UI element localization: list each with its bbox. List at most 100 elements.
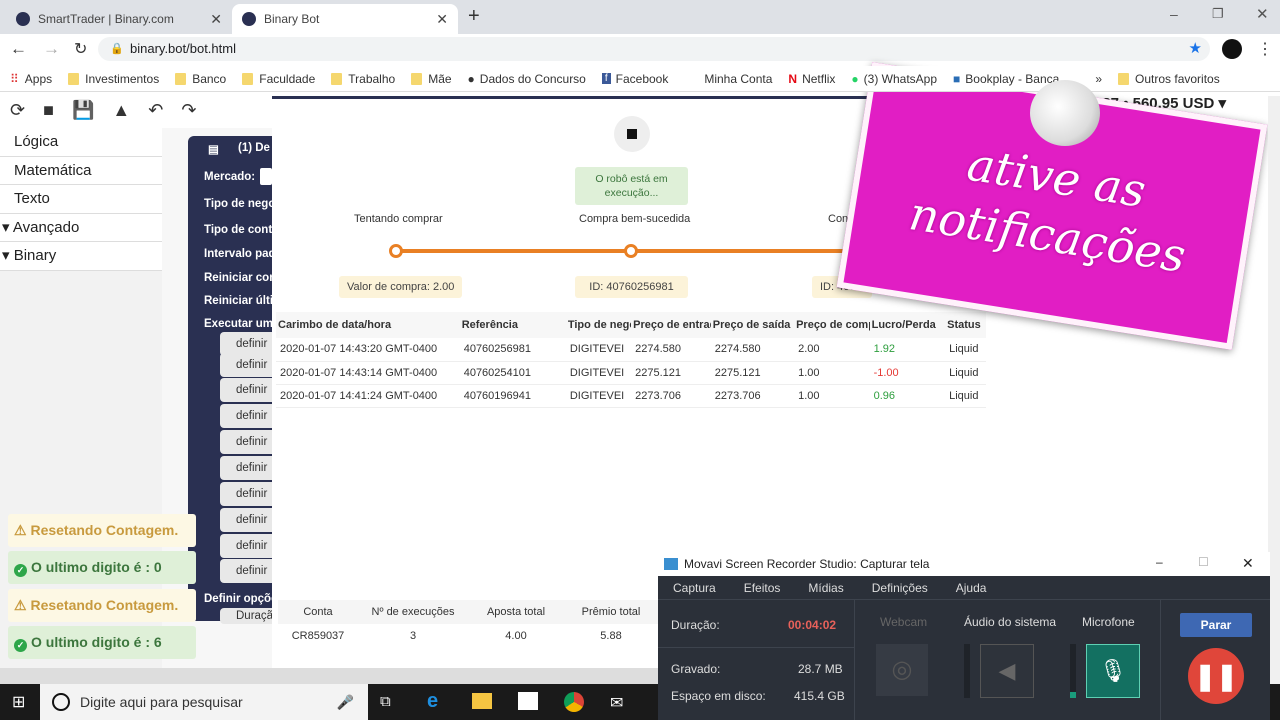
- undo-icon[interactable]: ↶: [148, 100, 163, 121]
- define-block[interactable]: definir: [220, 430, 272, 454]
- save-icon[interactable]: 💾: [72, 100, 94, 121]
- menu-definicoes[interactable]: Definições: [872, 581, 928, 595]
- google-drive-icon[interactable]: ▲: [112, 100, 130, 121]
- close-tab-icon[interactable]: ✕: [436, 11, 448, 28]
- bookmark-folder[interactable]: Trabalho: [331, 72, 395, 86]
- column-header: Conta: [278, 600, 358, 624]
- define-block[interactable]: definir: [220, 482, 272, 506]
- sidebar-item-avancado[interactable]: ▾ Avançado: [0, 213, 162, 242]
- bookmark-link[interactable]: ● (3) WhatsApp: [851, 72, 937, 86]
- close-icon[interactable]: ✕: [1242, 555, 1254, 572]
- define-block[interactable]: definir: [220, 378, 272, 402]
- minimize-icon[interactable]: –: [1170, 6, 1178, 22]
- store-icon[interactable]: [518, 692, 538, 710]
- block-row: Executar uma: [204, 318, 280, 330]
- reset-icon[interactable]: ⟳: [10, 100, 25, 121]
- table-cell: 2020-01-07 14:41:24 GMT-0400: [276, 384, 460, 408]
- microphone-toggle[interactable]: 🎙: [1086, 644, 1140, 698]
- define-block[interactable]: definir: [220, 456, 272, 480]
- movavi-recorder-window: Movavi Screen Recorder Studio: Capturar …: [658, 552, 1270, 720]
- bookmark-star-icon[interactable]: ★: [1189, 37, 1202, 61]
- more-bookmarks-button[interactable]: »: [1095, 72, 1102, 86]
- mail-icon[interactable]: ✉: [610, 693, 623, 713]
- close-window-icon[interactable]: ✕: [1256, 5, 1269, 23]
- notification-text: Resetando Contagem.: [30, 522, 179, 538]
- sidebar-item-logica[interactable]: Lógica: [0, 128, 162, 157]
- define-block[interactable]: definir: [220, 559, 272, 583]
- summary-table: Conta Nº de execuções Aposta total Prêmi…: [278, 600, 658, 648]
- bookmark-link[interactable]: f Facebook: [601, 72, 668, 86]
- restore-icon[interactable]: ❐: [1212, 6, 1224, 22]
- column-header: Nº de execuções: [358, 600, 468, 624]
- close-tab-icon[interactable]: ✕: [210, 11, 222, 28]
- windows-start-icon[interactable]: ⊞: [12, 692, 25, 712]
- bookmark-label: Dados do Concurso: [479, 71, 586, 86]
- menu-efeitos[interactable]: Efeitos: [744, 581, 781, 595]
- column-header: Tipo de nego: [565, 312, 632, 338]
- summary-header-row: Conta Nº de execuções Aposta total Prêmi…: [278, 600, 658, 624]
- search-placeholder: Digite aqui para pesquisar: [80, 694, 243, 710]
- duration-block[interactable]: Duraçã: [220, 608, 273, 624]
- bookmark-folder[interactable]: Outros favoritos: [1118, 72, 1220, 86]
- table-cell: 40760254101: [459, 361, 566, 385]
- menu-midias[interactable]: Mídias: [808, 581, 843, 595]
- chrome-icon[interactable]: [564, 692, 584, 712]
- bookmark-folder[interactable]: Investimentos: [68, 72, 159, 86]
- table-cell: DIGITEVEI: [565, 361, 632, 385]
- stop-recording-button[interactable]: Parar: [1180, 613, 1252, 637]
- redo-icon[interactable]: ↷: [181, 100, 196, 121]
- binary-favicon-icon: [16, 12, 30, 26]
- webcam-toggle[interactable]: ◎: [876, 644, 928, 696]
- market-dropdown[interactable]: [260, 168, 272, 185]
- bookmark-label: Banco: [192, 71, 227, 86]
- bookmark-apps[interactable]: ⠿ Apps: [10, 72, 52, 86]
- stop-bot-button[interactable]: [614, 116, 650, 152]
- sidebar-item-matematica[interactable]: Matemática: [0, 156, 162, 185]
- bookmark-folder[interactable]: Faculdade: [242, 72, 315, 86]
- menu-kebab-icon[interactable]: ⋮: [1257, 39, 1273, 59]
- table-cell: 2274.580: [710, 338, 795, 362]
- microphone-icon[interactable]: 🎤: [337, 694, 354, 711]
- profile-avatar[interactable]: [1222, 39, 1242, 59]
- menu-ajuda[interactable]: Ajuda: [956, 581, 987, 595]
- define-block[interactable]: definir: [220, 353, 272, 377]
- account-id: CR859037: [291, 630, 345, 642]
- tab-smarttrader[interactable]: SmartTrader | Binary.com ✕: [6, 4, 232, 34]
- file-explorer-icon[interactable]: [472, 693, 492, 709]
- bookmark-link[interactable]: N Netflix: [788, 72, 835, 86]
- define-block[interactable]: definir: [220, 534, 272, 558]
- define-block[interactable]: definir: [220, 404, 272, 428]
- bookmark-link[interactable]: Minha Conta: [704, 72, 772, 86]
- bookmark-link[interactable]: ● Dados do Concurso: [468, 72, 586, 86]
- minimize-icon[interactable]: –: [1156, 555, 1163, 569]
- bookmark-link[interactable]: ■ Bookplay - Banca: [953, 72, 1059, 86]
- reload-icon[interactable]: ↻: [74, 39, 87, 59]
- bookmark-folder[interactable]: Banco: [175, 72, 226, 86]
- menu-captura[interactable]: Captura: [673, 581, 716, 595]
- timeline-node: [624, 244, 638, 258]
- column-header: Carimbo de data/hora: [276, 312, 460, 338]
- task-view-icon[interactable]: ⧉: [380, 693, 391, 710]
- url-input[interactable]: 🔒 binary.bot/bot.html ★: [98, 37, 1210, 61]
- taskbar-search-input[interactable]: Digite aqui para pesquisar 🎤: [40, 684, 368, 720]
- table-cell: 2273.706: [631, 384, 711, 408]
- edge-icon[interactable]: e: [427, 690, 438, 713]
- sidebar-item-binary[interactable]: ▾ Binary: [0, 242, 162, 271]
- forward-icon[interactable]: →: [43, 39, 60, 59]
- system-audio-toggle[interactable]: ◀: [980, 644, 1034, 698]
- define-block[interactable]: definir: [220, 508, 272, 532]
- tab-binary-bot[interactable]: Binary Bot ✕: [232, 4, 458, 34]
- back-icon[interactable]: ←: [10, 39, 27, 59]
- open-folder-icon[interactable]: ■: [43, 100, 54, 121]
- table-cell: 2020-01-07 14:43:20 GMT-0400: [276, 338, 460, 362]
- new-tab-icon[interactable]: +: [468, 5, 480, 28]
- pause-recording-button[interactable]: ❚❚: [1188, 648, 1244, 704]
- bookmark-label: Outros favoritos: [1135, 71, 1220, 86]
- sidebar-item-texto[interactable]: Texto: [0, 185, 162, 214]
- trade-parameters-block[interactable]: ▤ (1) De Mercado: Tipo de nego Tipo de c…: [188, 136, 279, 624]
- facebook-icon: f: [601, 73, 611, 84]
- maximize-icon[interactable]: ☐: [1198, 555, 1209, 569]
- block-row: Definir opçõe: [204, 593, 278, 605]
- bookmark-folder[interactable]: Mãe: [411, 72, 452, 86]
- bot-toolbar: ⟳ ■ 💾 ▲ ↶ ↷: [0, 92, 270, 128]
